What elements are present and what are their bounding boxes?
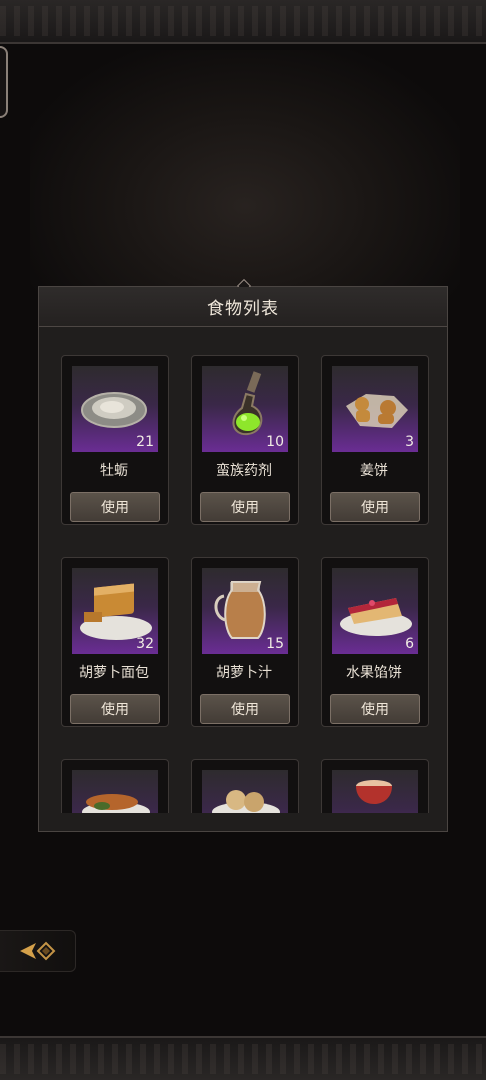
item-card[interactable]: 3 姜饼 使用: [321, 355, 429, 525]
panel-header: 食物列表: [39, 287, 447, 327]
item-name: 胡萝卜汁: [216, 665, 272, 681]
background-scene: [30, 50, 460, 310]
item-thumbnail: 10: [202, 366, 288, 452]
item-thumbnail: 21: [72, 366, 158, 452]
item-quantity: 10: [266, 434, 284, 450]
item-name: 牡蛎: [100, 463, 128, 479]
item-card[interactable]: 32 胡萝卜面包 使用: [61, 557, 169, 727]
use-button[interactable]: 使用: [70, 694, 160, 724]
cookies-icon: [212, 790, 280, 813]
arrow-left-icon: [19, 941, 55, 961]
item-quantity: 15: [266, 636, 284, 652]
item-quantity: 3: [405, 434, 414, 450]
use-button[interactable]: 使用: [330, 694, 420, 724]
item-name: 蛮族药剂: [216, 463, 272, 479]
use-button[interactable]: 使用: [200, 694, 290, 724]
fried-fish-icon: [82, 794, 150, 813]
item-thumbnail: [202, 770, 288, 813]
item-thumbnail: 32: [72, 568, 158, 654]
item-name: 姜饼: [360, 463, 388, 479]
item-thumbnail: [332, 770, 418, 813]
item-card[interactable]: 10 蛮族药剂 使用: [191, 355, 299, 525]
item-quantity: 32: [136, 636, 154, 652]
back-arrow-button[interactable]: [0, 930, 76, 972]
panel-title: 食物列表: [207, 299, 279, 319]
item-card[interactable]: 21 牡蛎 使用: [61, 355, 169, 525]
item-thumbnail: 6: [332, 568, 418, 654]
use-button[interactable]: 使用: [330, 492, 420, 522]
item-grid[interactable]: 21 牡蛎 使用 10 蛮族药剂 使用 3 姜饼 使用 32 胡萝卜面包 使用 …: [39, 327, 447, 813]
item-quantity: 21: [136, 434, 154, 450]
item-thumbnail: 3: [332, 366, 418, 452]
use-button[interactable]: 使用: [70, 492, 160, 522]
item-card[interactable]: 15 胡萝卜汁 使用: [191, 557, 299, 727]
top-bar: [0, 0, 486, 44]
bottom-bar: [0, 1036, 486, 1080]
item-card[interactable]: [321, 759, 429, 813]
left-side-tab[interactable]: [0, 46, 8, 118]
item-card[interactable]: [61, 759, 169, 813]
item-card[interactable]: 6 水果馅饼 使用: [321, 557, 429, 727]
item-name: 胡萝卜面包: [79, 665, 149, 681]
item-name: 水果馅饼: [346, 665, 402, 681]
item-card[interactable]: [191, 759, 299, 813]
item-quantity: 6: [405, 636, 414, 652]
item-thumbnail: [72, 770, 158, 813]
item-thumbnail: 15: [202, 568, 288, 654]
use-button[interactable]: 使用: [200, 492, 290, 522]
food-list-panel: 食物列表 21 牡蛎 使用 10 蛮族药剂 使用 3 姜饼 使用 32 胡萝卜面…: [38, 278, 448, 832]
juice-cup-icon: [356, 780, 392, 804]
